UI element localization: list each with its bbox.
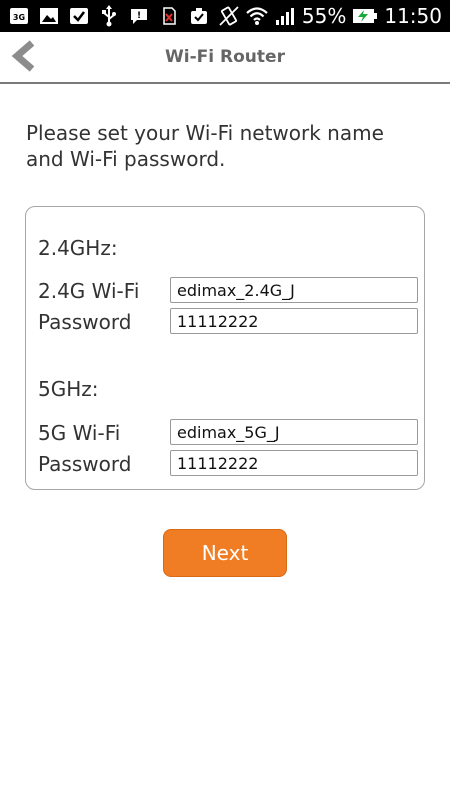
- ssid-24-label: 2.4G Wi-Fi: [38, 279, 140, 303]
- status-bar: 3G ! 55% 11:50: [0, 0, 450, 32]
- wifi-settings-card: 2.4GHz: 2.4G Wi-Fi Password 5GHz: 5G Wi-…: [25, 206, 425, 490]
- vibrate-icon: [218, 5, 240, 27]
- title-bar: Wi-Fi Router: [0, 32, 450, 84]
- band-5-heading: 5GHz:: [38, 377, 99, 401]
- clipboard-check-icon: [188, 5, 210, 27]
- clock: 11:50: [384, 4, 442, 28]
- next-button[interactable]: Next: [163, 529, 287, 577]
- battery-percent: 55%: [301, 4, 347, 28]
- page-title: Wi-Fi Router: [165, 47, 285, 67]
- password-5-label: Password: [38, 452, 132, 476]
- wifi-icon: [246, 5, 268, 27]
- password-24-label: Password: [38, 310, 132, 334]
- image-icon: [38, 5, 60, 27]
- password-24-input[interactable]: [170, 308, 418, 334]
- svg-text:!: !: [137, 11, 141, 21]
- password-5-input[interactable]: [170, 450, 418, 476]
- svg-text:3G: 3G: [13, 13, 25, 22]
- usb-icon: [98, 5, 120, 27]
- ssid-24-input[interactable]: [170, 277, 418, 303]
- band-24-heading: 2.4GHz:: [38, 236, 118, 260]
- ssid-5-input[interactable]: [170, 419, 418, 445]
- battery-charging-icon: [352, 5, 378, 27]
- message-icon: !: [128, 5, 150, 27]
- system-indicators: 55% 11:50: [218, 4, 442, 28]
- notification-icons: 3G !: [8, 5, 210, 27]
- 3g-data-icon: 3G: [8, 5, 30, 27]
- no-sim-icon: [158, 5, 180, 27]
- checkbox-icon: [68, 5, 90, 27]
- signal-icon: [274, 5, 296, 27]
- instructions-text: Please set your Wi-Fi network name and W…: [26, 121, 384, 171]
- ssid-5-label: 5G Wi-Fi: [38, 421, 121, 445]
